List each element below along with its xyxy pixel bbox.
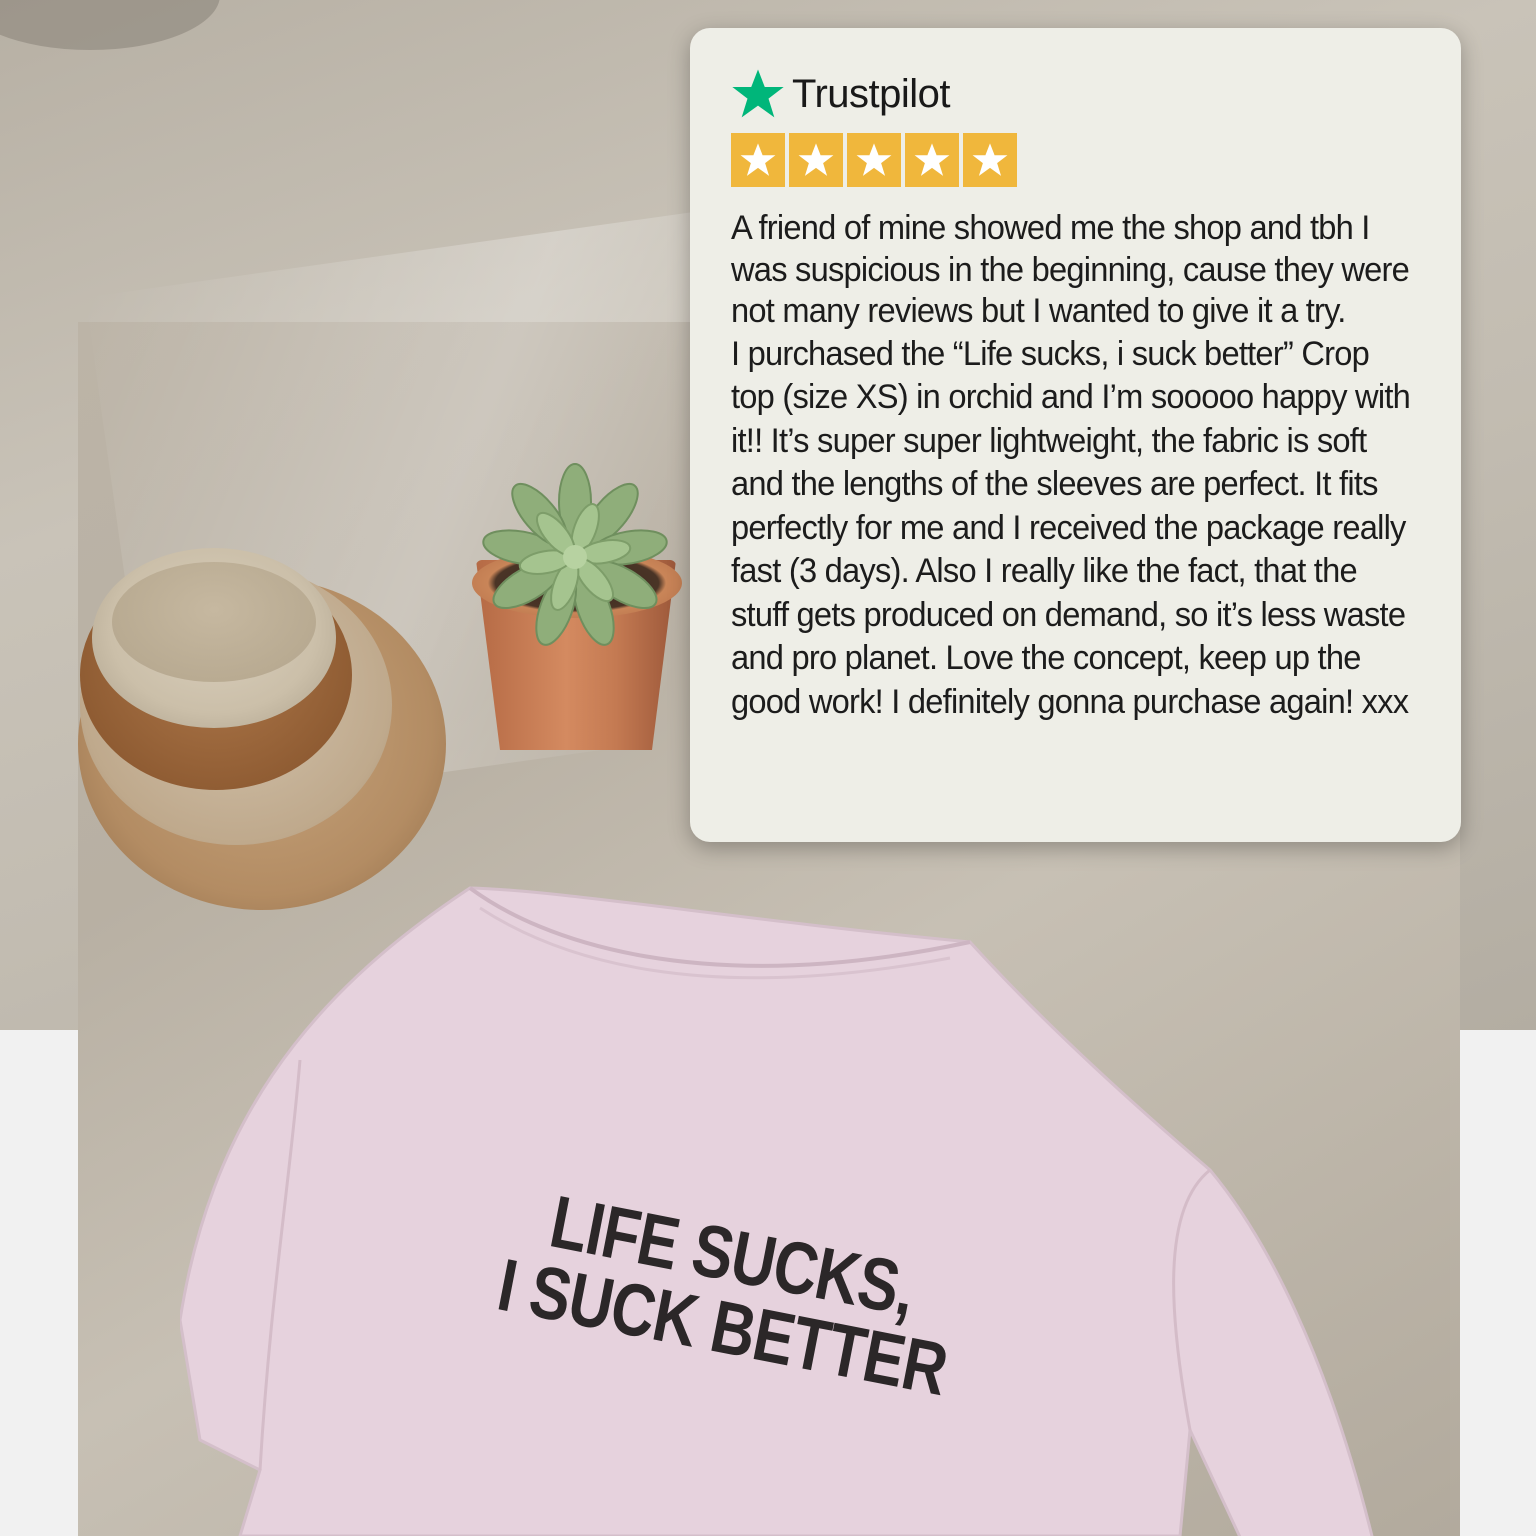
review-body: A friend of mine showed me the shop and … <box>731 208 1415 724</box>
succulent-plant <box>482 463 668 646</box>
bowl-edge-decoration <box>0 0 220 50</box>
rating-star-2 <box>789 133 843 187</box>
star-icon <box>740 143 776 176</box>
rating-star-3 <box>847 133 901 187</box>
star-rating <box>731 133 1017 187</box>
trustpilot-star-icon <box>732 69 784 118</box>
brand-name: Trustpilot <box>792 71 951 116</box>
bowl-interior <box>112 562 316 682</box>
crop-top-tshirt <box>180 886 1374 1536</box>
rating-star-5 <box>963 133 1017 187</box>
star-icon <box>856 143 892 176</box>
review-paragraph-2: I purchased the “Life sucks, i suck bett… <box>731 334 1411 721</box>
star-icon <box>972 143 1008 176</box>
star-icon <box>914 143 950 176</box>
star-icon <box>798 143 834 176</box>
rating-star-4 <box>905 133 959 187</box>
white-margin-left <box>0 1030 78 1536</box>
rating-star-1 <box>731 133 785 187</box>
review-paragraph-1: A friend of mine showed me the shop and … <box>731 209 1410 330</box>
white-margin-right <box>1460 1030 1536 1536</box>
trustpilot-brand: Trustpilot <box>730 66 951 122</box>
